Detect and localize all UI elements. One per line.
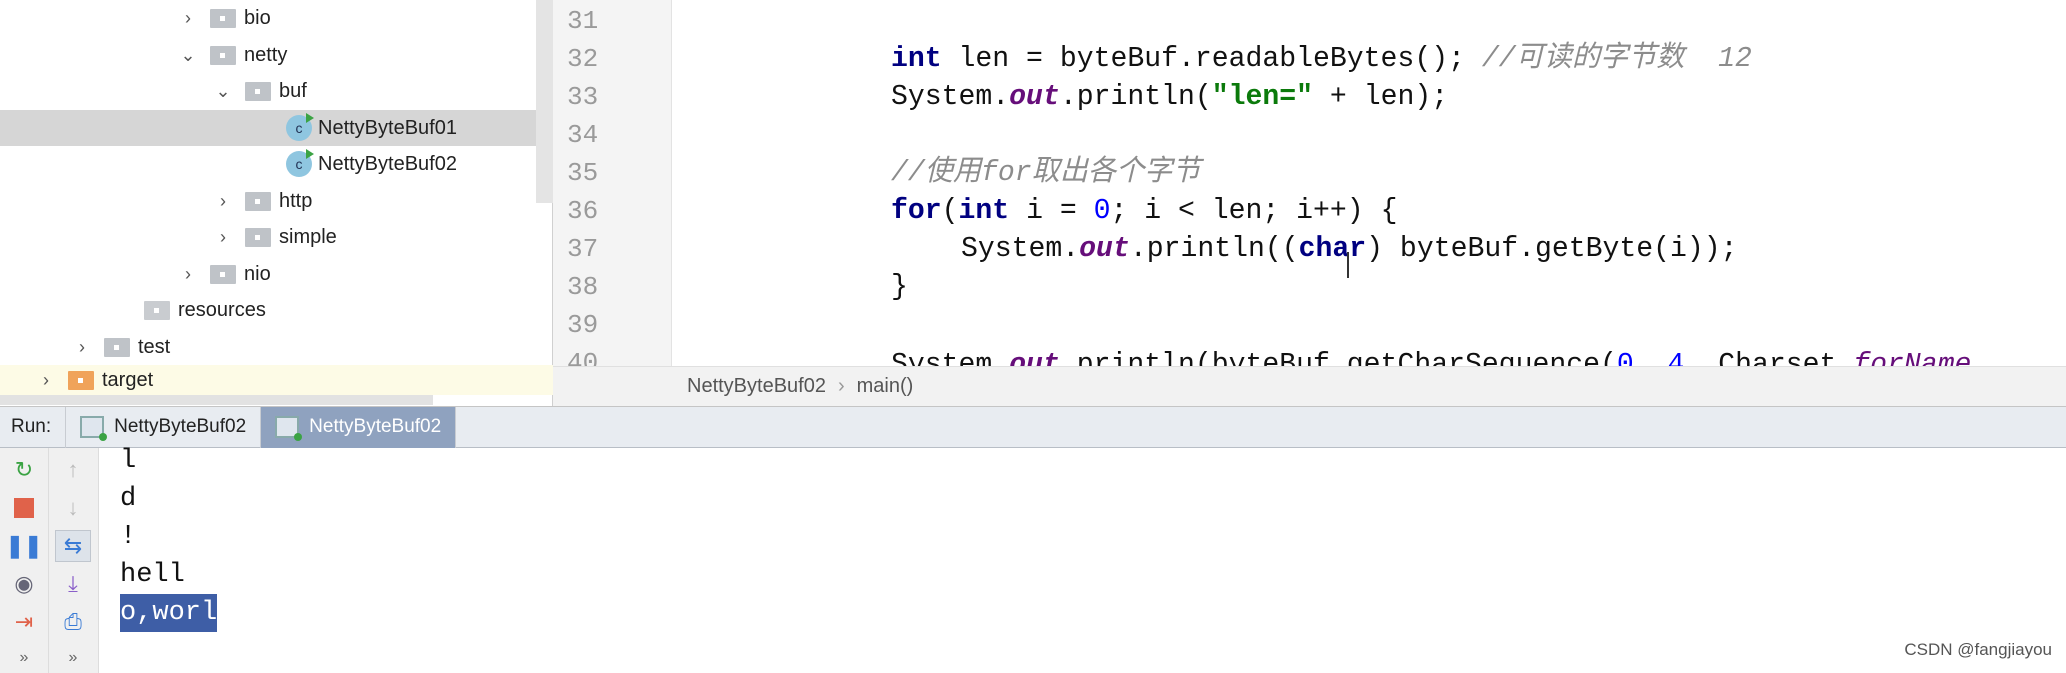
tree-item-test[interactable]: › test <box>0 329 536 365</box>
watermark: CSDN @fangjiayou <box>1904 640 2052 659</box>
scroll-to-end-icon[interactable]: ⤓ <box>59 570 87 598</box>
java-class-icon: c <box>286 113 314 141</box>
stop-icon[interactable] <box>10 494 38 522</box>
line-number: 31 <box>567 6 599 36</box>
tree-item-resources[interactable]: resources <box>0 292 536 328</box>
arrow-up-icon[interactable]: ↑ <box>59 456 87 484</box>
folder-icon <box>245 227 271 247</box>
console-output[interactable]: l d ! hell o,worl <box>99 446 2066 673</box>
tree-item-nio[interactable]: › nio <box>0 256 536 292</box>
tree-item-netty[interactable]: ⌄ netty <box>0 37 536 73</box>
java-class-icon: c <box>286 149 314 177</box>
rerun-icon[interactable]: ↻ <box>10 456 38 484</box>
folder-icon <box>210 8 236 28</box>
output-line: d <box>120 484 137 514</box>
output-line: ! <box>120 522 137 552</box>
arrow-down-icon[interactable]: ↓ <box>59 494 87 522</box>
output-line: l <box>120 446 137 476</box>
console-toolbar: ↑ ↓ ⇆ ⤓ ⎙ » <box>49 448 99 673</box>
tree-item-simple[interactable]: › simple <box>0 219 536 255</box>
line-number: 32 <box>567 44 599 74</box>
chevron-right-icon[interactable]: › <box>36 370 56 391</box>
chevron-down-icon[interactable]: ⌄ <box>178 45 198 66</box>
code-line-40: System.out.println(byteBuf.getCharSequen… <box>891 348 1972 366</box>
more-icon[interactable]: » <box>59 644 87 672</box>
run-tab-2[interactable]: NettyByteBuf02 <box>261 406 457 448</box>
code-line-36: for(int i = 0; i < len; i++) { <box>891 194 1398 227</box>
orange-folder-icon <box>68 370 94 390</box>
folder-icon <box>210 264 236 284</box>
code-line-37: System.out.println((char) byteBuf.getByt… <box>961 232 1738 265</box>
line-number: 39 <box>567 310 599 340</box>
code-line-38: } <box>891 270 908 303</box>
chevron-right-icon[interactable]: › <box>178 264 198 285</box>
code-line-35: //使用for取出各个字节 <box>891 156 1201 189</box>
breadcrumb-method[interactable]: main() <box>857 375 914 398</box>
folder-icon <box>210 45 236 65</box>
camera-icon[interactable]: ◉ <box>10 570 38 598</box>
breadcrumb-class[interactable]: NettyByteBuf02 <box>687 375 826 398</box>
pause-icon[interactable]: ❚❚ <box>6 532 43 560</box>
line-number: 35 <box>567 158 599 188</box>
more-icon[interactable]: » <box>10 644 38 672</box>
exit-icon[interactable]: ⇥ <box>10 608 38 636</box>
line-number: 34 <box>567 120 599 150</box>
horizontal-scrollbar[interactable] <box>0 395 433 405</box>
tree-item-http[interactable]: › http <box>0 183 536 219</box>
code-line-33: System.out.println("len=" + len); <box>891 80 1449 113</box>
folder-icon <box>104 337 130 357</box>
run-tab-bar: Run: NettyByteBuf02 NettyByteBuf02 <box>0 406 2066 448</box>
chevron-down-icon[interactable]: ⌄ <box>213 81 233 102</box>
chevron-right-icon[interactable]: › <box>72 337 92 358</box>
output-line: hell <box>120 560 185 590</box>
soft-wrap-icon[interactable]: ⇆ <box>55 530 91 562</box>
tree-item-nettybytebuf01[interactable]: c NettyByteBuf01 <box>0 110 536 146</box>
vertical-scrollbar[interactable] <box>536 0 553 203</box>
output-line-selected: o,worl <box>120 594 218 632</box>
chevron-right-icon[interactable]: › <box>213 191 233 212</box>
chevron-right-icon[interactable]: › <box>213 227 233 248</box>
run-config-icon <box>80 416 108 441</box>
print-icon[interactable]: ⎙ <box>59 608 87 636</box>
chevron-right-icon[interactable]: › <box>178 8 198 29</box>
chevron-right-icon: › <box>837 375 845 397</box>
resources-folder-icon <box>144 300 170 320</box>
folder-icon <box>245 81 271 101</box>
run-toolbar: ↻ ❚❚ ◉ ⇥ » <box>0 448 49 673</box>
tree-item-bio[interactable]: › bio <box>0 0 536 36</box>
code-editor[interactable]: int len = byteBuf.readableBytes(); //可读的… <box>672 0 2066 366</box>
code-line-32: int len = byteBuf.readableBytes(); //可读的… <box>891 42 1752 75</box>
tree-item-buf[interactable]: ⌄ buf <box>0 73 536 109</box>
breadcrumb: NettyByteBuf02 › main() <box>553 366 2066 406</box>
run-label: Run: <box>0 406 67 448</box>
line-number: 33 <box>567 82 599 112</box>
tree-item-nettybytebuf02[interactable]: c NettyByteBuf02 <box>0 146 536 182</box>
folder-icon <box>245 191 271 211</box>
text-cursor-icon <box>1347 252 1349 278</box>
tree-item-target[interactable]: › target <box>0 365 553 395</box>
line-number: 36 <box>567 196 599 226</box>
run-config-icon <box>275 416 303 441</box>
run-tab-1[interactable]: NettyByteBuf02 <box>66 406 262 448</box>
line-number-gutter: 31 32 33 34 35 36 37 38 39 40 <box>553 0 672 378</box>
project-tree[interactable]: › bio ⌄ netty ⌄ buf c NettyByteBuf01 c NettyB… <box>0 0 553 406</box>
line-number: 37 <box>567 234 599 264</box>
line-number: 38 <box>567 272 599 302</box>
